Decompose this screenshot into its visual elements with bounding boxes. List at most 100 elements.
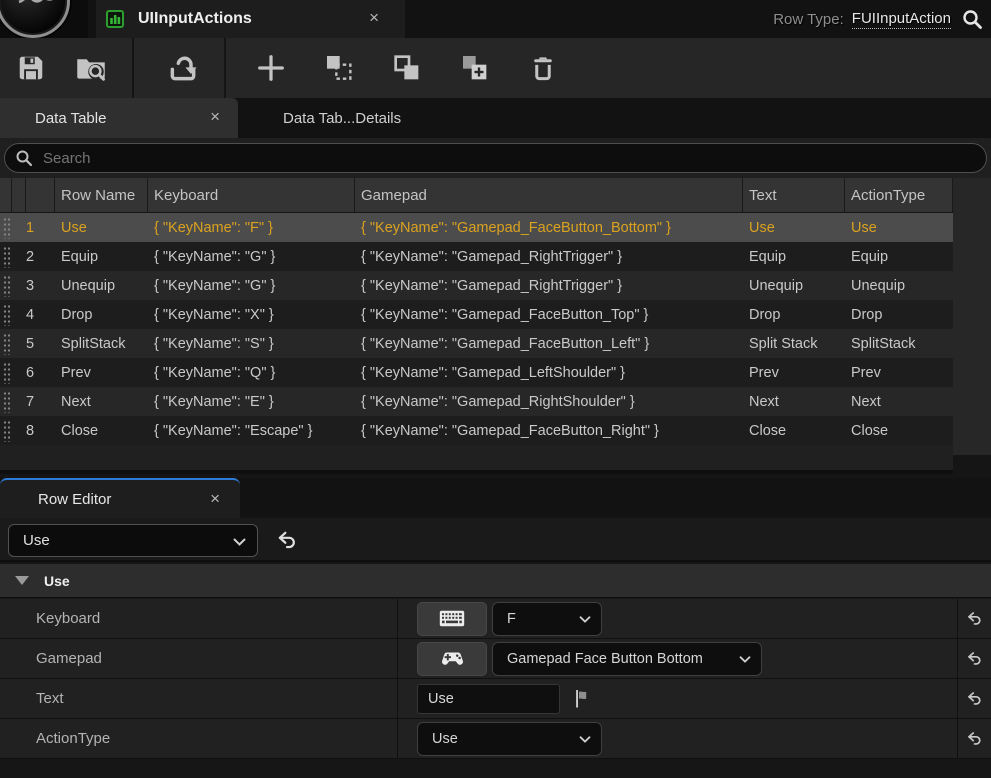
duplicate-button[interactable] — [452, 45, 498, 91]
cell-actiontype: Unequip — [845, 271, 953, 300]
unreal-engine-logo-icon[interactable] — [0, 0, 70, 38]
copy-paste-button[interactable] — [316, 45, 362, 91]
reset-actiontype-button[interactable] — [957, 719, 991, 758]
close-icon[interactable]: × — [369, 8, 379, 28]
row-drag-handle[interactable] — [0, 213, 12, 242]
table-empty-area — [0, 445, 953, 474]
table-row[interactable]: 4Drop{ "KeyName": "X" }{ "KeyName": "Gam… — [0, 300, 953, 329]
browse-row-type-search-icon[interactable] — [961, 8, 983, 30]
row-spacer — [12, 387, 26, 416]
property-rows: Keyboard — [0, 599, 991, 759]
keyboard-key-picker-button[interactable] — [417, 602, 487, 636]
row-editor-panel: Row Editor × Use Use — [0, 478, 991, 778]
asset-tab-uiinputactions[interactable]: UIInputActions × — [96, 0, 405, 38]
datatable-asset-icon — [106, 10, 124, 28]
table-row[interactable]: 5SplitStack{ "KeyName": "S" }{ "KeyName"… — [0, 329, 953, 358]
cell-keyboard: { "KeyName": "G" } — [148, 242, 355, 271]
table-row[interactable]: 8Close{ "KeyName": "Escape" }{ "KeyName"… — [0, 416, 953, 445]
row-editor-tab-bar: Row Editor × — [0, 478, 991, 518]
expand-triangle-icon[interactable] — [15, 576, 29, 585]
drag-dots-icon[interactable] — [3, 391, 11, 413]
row-spacer — [12, 242, 26, 271]
cell-gamepad: { "KeyName": "Gamepad_FaceButton_Top" } — [355, 300, 743, 329]
row-drag-handle[interactable] — [0, 242, 12, 271]
cell-text: Unequip — [743, 271, 845, 300]
panel-tab-strip: Data Table × Data Tab...Details — [0, 98, 991, 138]
table-row[interactable]: 2Equip{ "KeyName": "G" }{ "KeyName": "Ga… — [0, 242, 953, 271]
localization-flag-icon[interactable] — [575, 689, 590, 709]
column-header-gamepad[interactable]: Gamepad — [355, 178, 743, 212]
drag-dots-icon[interactable] — [3, 246, 11, 268]
asset-tab-title: UIInputActions — [138, 10, 252, 28]
row-number: 2 — [26, 242, 55, 271]
reset-text-button[interactable] — [957, 679, 991, 718]
tab-row-editor[interactable]: Row Editor × — [0, 478, 240, 518]
column-header-text[interactable]: Text — [743, 178, 845, 212]
table-row[interactable]: 3Unequip{ "KeyName": "G" }{ "KeyName": "… — [0, 271, 953, 300]
column-header-actiontype[interactable]: ActionType — [845, 178, 953, 212]
drag-dots-icon[interactable] — [3, 333, 11, 355]
table-row[interactable]: 7Next{ "KeyName": "E" }{ "KeyName": "Gam… — [0, 387, 953, 416]
row-select-dropdown[interactable]: Use — [8, 524, 258, 557]
table-row[interactable]: 6Prev{ "KeyName": "Q" }{ "KeyName": "Gam… — [0, 358, 953, 387]
tab-data-table-details[interactable]: Data Tab...Details — [238, 98, 496, 138]
title-bar: UIInputActions × Row Type: FUIInputActio… — [0, 0, 991, 38]
gamepad-key-dropdown[interactable]: Gamepad Face Button Bottom — [492, 642, 762, 676]
gamepad-icon — [440, 650, 465, 667]
row-drag-handle[interactable] — [0, 300, 12, 329]
drag-dots-icon[interactable] — [3, 217, 11, 239]
row-drag-handle[interactable] — [0, 387, 12, 416]
cell-row-name: Drop — [55, 300, 148, 329]
reset-gamepad-button[interactable] — [957, 639, 991, 678]
column-header-keyboard[interactable]: Keyboard — [148, 178, 355, 212]
row-drag-handle[interactable] — [0, 329, 12, 358]
reset-keyboard-button[interactable] — [957, 599, 991, 638]
close-icon[interactable]: × — [210, 489, 220, 509]
toolbar-divider — [224, 38, 226, 98]
cell-gamepad: { "KeyName": "Gamepad_RightTrigger" } — [355, 242, 743, 271]
column-header-row-name[interactable]: Row Name — [55, 178, 148, 212]
chevron-down-icon — [739, 656, 751, 663]
keyboard-key-dropdown[interactable]: F — [492, 602, 602, 636]
search-input-container[interactable] — [4, 143, 987, 173]
close-icon[interactable]: × — [210, 107, 220, 127]
delete-row-button[interactable] — [520, 45, 566, 91]
search-input[interactable] — [43, 150, 986, 167]
tab-data-table[interactable]: Data Table × — [0, 98, 238, 138]
drag-dots-icon[interactable] — [3, 304, 11, 326]
rename-undo-icon[interactable] — [276, 529, 298, 551]
actiontype-dropdown[interactable]: Use — [417, 722, 602, 756]
cell-keyboard: { "KeyName": "X" } — [148, 300, 355, 329]
drag-dots-icon[interactable] — [3, 362, 11, 384]
text-value-input[interactable] — [417, 684, 560, 714]
gamepad-key-picker-button[interactable] — [417, 642, 487, 676]
row-type-value-link[interactable]: FUIInputAction — [852, 10, 951, 29]
row-type-area: Row Type: FUIInputAction — [773, 0, 983, 38]
row-drag-handle[interactable] — [0, 358, 12, 387]
row-number: 4 — [26, 300, 55, 329]
copy-button[interactable] — [384, 45, 430, 91]
add-row-button[interactable] — [248, 45, 294, 91]
cell-actiontype: Prev — [845, 358, 953, 387]
cell-row-name: Close — [55, 416, 148, 445]
cell-row-name: Unequip — [55, 271, 148, 300]
row-drag-handle[interactable] — [0, 271, 12, 300]
table-row[interactable]: 1Use{ "KeyName": "F" }{ "KeyName": "Game… — [0, 213, 953, 242]
reimport-button[interactable] — [160, 45, 206, 91]
table-right-filler — [953, 178, 991, 455]
cell-actiontype: Next — [845, 387, 953, 416]
drag-dots-icon[interactable] — [3, 275, 11, 297]
cell-gamepad: { "KeyName": "Gamepad_LeftShoulder" } — [355, 358, 743, 387]
browse-content-browser-button[interactable] — [68, 45, 114, 91]
cell-text: Split Stack — [743, 329, 845, 358]
cell-gamepad: { "KeyName": "Gamepad_RightTrigger" } — [355, 271, 743, 300]
save-button[interactable] — [8, 45, 54, 91]
cell-actiontype: Close — [845, 416, 953, 445]
chevron-down-icon — [579, 736, 591, 743]
category-header-use[interactable]: Use — [0, 564, 991, 598]
cell-keyboard: { "KeyName": "G" } — [148, 271, 355, 300]
drag-dots-icon[interactable] — [3, 420, 11, 442]
cell-actiontype: SplitStack — [845, 329, 953, 358]
row-drag-handle[interactable] — [0, 416, 12, 445]
cell-row-name: Use — [55, 213, 148, 242]
